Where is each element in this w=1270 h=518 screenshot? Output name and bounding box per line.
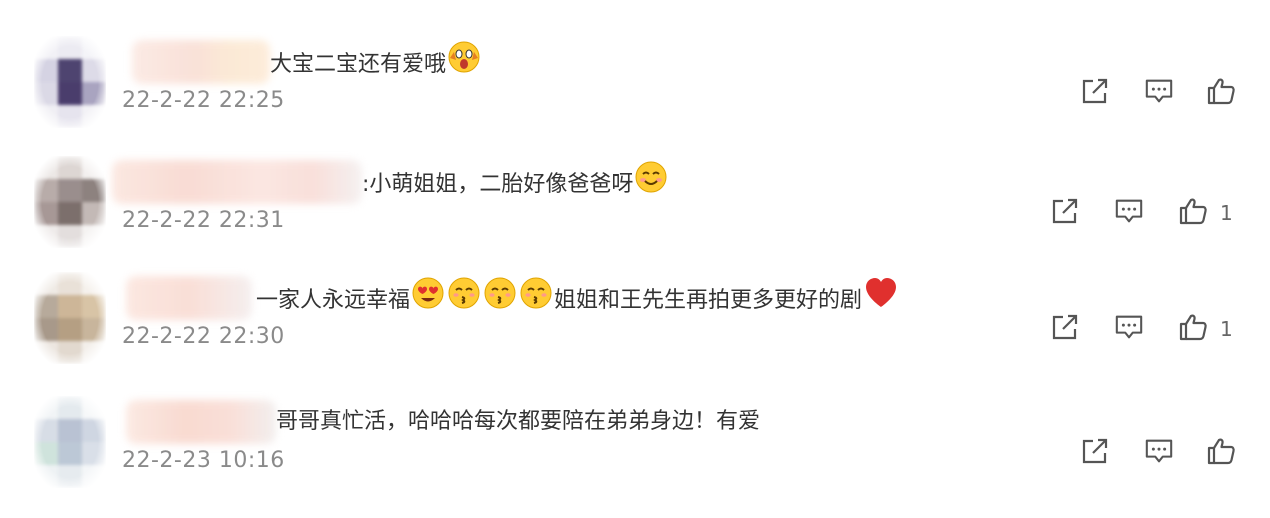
comment-item: 大宝二宝还有爱哦 22-2-22 22:25 [0,36,1270,158]
share-icon [1052,198,1078,224]
like-button[interactable] [1206,76,1236,106]
comment-actions: 1 [0,312,1270,344]
comment-item: 哥哥真忙活，哈哈哈每次都要陪在弟弟身边！有爱 22-2-23 10:16 [0,396,1270,518]
reply-button[interactable] [1114,312,1146,342]
share-button[interactable] [1050,312,1080,342]
like-button[interactable] [1178,312,1208,342]
comment-actions [0,76,1270,108]
like-count: 1 [1220,201,1233,225]
share-icon [1082,78,1108,104]
comment-icon [1145,439,1173,463]
share-button[interactable] [1080,436,1110,466]
like-button[interactable] [1206,436,1236,466]
thumbs-up-icon [1179,314,1207,341]
comment-icon [1115,199,1143,223]
reply-button[interactable] [1144,436,1176,466]
thumbs-up-icon [1207,78,1235,105]
share-icon [1052,314,1078,340]
share-button[interactable] [1080,76,1110,106]
reply-button[interactable] [1114,196,1146,226]
like-button[interactable] [1178,196,1208,226]
thumbs-up-icon [1207,438,1235,465]
comment-icon [1115,315,1143,339]
reply-button[interactable] [1144,76,1176,106]
comment-item: :小萌姐姐，二胎好像爸爸呀 22-2-22 22:31 1 [0,156,1270,278]
comment-icon [1145,79,1173,103]
comment-actions [0,436,1270,468]
like-count: 1 [1220,317,1233,341]
comment-item: 一家人永远幸福 姐姐和王先生再拍更多更好的剧 22-2-22 22:30 1 [0,272,1270,394]
share-icon [1082,438,1108,464]
comment-actions: 1 [0,196,1270,228]
share-button[interactable] [1050,196,1080,226]
thumbs-up-icon [1179,198,1207,225]
